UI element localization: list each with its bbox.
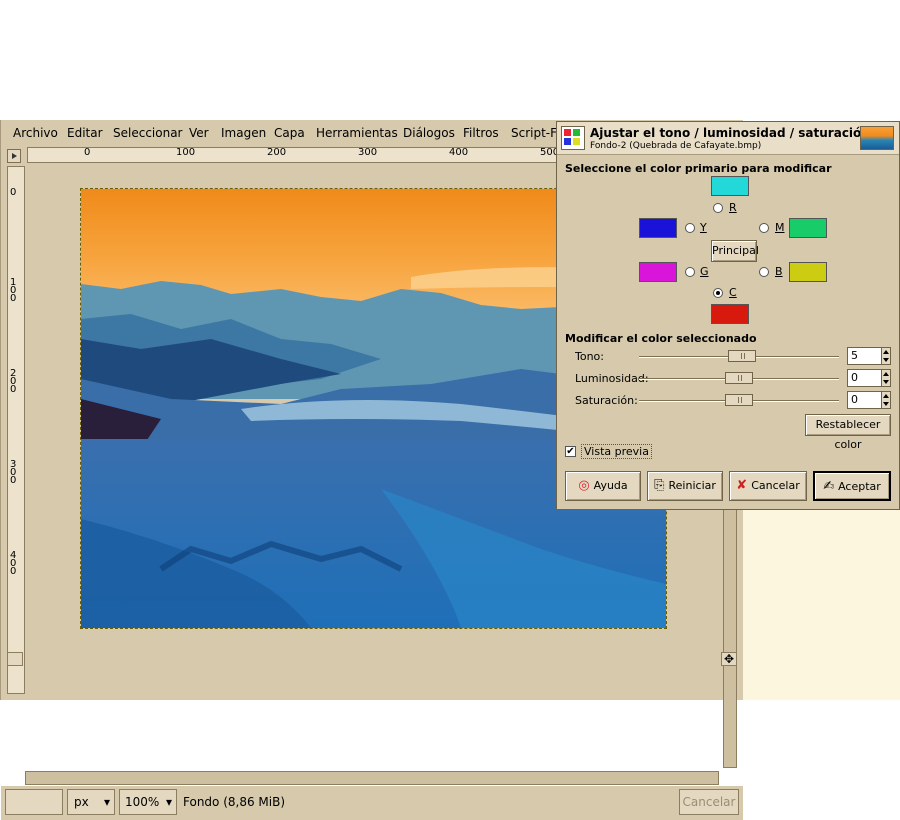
cancel-button[interactable]: Cancelar: [679, 789, 739, 815]
menu-filtros[interactable]: Filtros: [463, 126, 499, 140]
chevron-down-icon: ▾: [165, 795, 172, 809]
ruler-label: 100: [10, 277, 17, 304]
ruler-label: 200: [10, 368, 17, 395]
hue-slider-thumb[interactable]: [727, 350, 756, 362]
radio-r[interactable]: [713, 203, 723, 213]
swatch-b: [639, 218, 677, 238]
radio-y[interactable]: [685, 223, 695, 233]
swatch-c: [711, 176, 749, 196]
primary-color-heading: Seleccione el color primario para modifi…: [565, 162, 832, 175]
zoom-value: 100%: [125, 795, 160, 809]
menu-imagen[interactable]: Imagen: [221, 126, 266, 140]
preview-label[interactable]: Vista previa: [581, 444, 652, 459]
status-bar: px ▾ 100% ▾ Fondo (8,86 MiB) Cancelar: [1, 786, 743, 820]
ruler-label: 200: [267, 147, 287, 158]
ruler-label: 300: [10, 459, 17, 486]
menu-capa[interactable]: Capa: [274, 126, 305, 140]
menu-herramientas[interactable]: Herramientas: [316, 126, 398, 140]
menu-script-fu[interactable]: Script-F: [511, 126, 557, 140]
preview-checkbox[interactable]: ✔: [565, 446, 576, 457]
cancel-dialog-button-label: Cancelar: [751, 479, 800, 492]
navigate-icon[interactable]: ✥: [721, 652, 737, 666]
swatch-g: [789, 218, 827, 238]
radio-r-label: R: [729, 201, 737, 214]
radio-c-label: C: [729, 286, 737, 299]
reset-color-button[interactable]: Restablecer color: [805, 414, 891, 451]
hue-saturation-icon: [561, 126, 585, 150]
ruler-label: 400: [10, 550, 17, 577]
pointer-coordinates: [5, 789, 63, 815]
image-thumbnail: [860, 126, 894, 150]
vertical-ruler: 0 100 200 300 400: [7, 166, 25, 694]
radio-c[interactable]: [713, 288, 723, 298]
principal-button[interactable]: Principal: [711, 240, 759, 262]
chevron-down-icon: ▾: [103, 795, 110, 809]
ruler-label: 400: [449, 147, 469, 158]
radio-y-label: Y: [700, 221, 707, 234]
reset-button[interactable]: ⎘ Reiniciar: [647, 471, 723, 501]
lightness-spin-arrows[interactable]: [881, 369, 891, 387]
radio-g-label: G: [700, 265, 709, 278]
menu-dialogos[interactable]: Diálogos: [403, 126, 455, 140]
menu-arrow-button[interactable]: [7, 149, 21, 163]
cancel-x-icon: ✘: [736, 478, 748, 493]
ok-button-label: Aceptar: [838, 480, 881, 493]
dialog-title: Ajustar el tono / luminosidad / saturaci…: [590, 126, 870, 140]
swatch-m: [639, 262, 677, 282]
menu-archivo[interactable]: Archivo: [13, 126, 58, 140]
ok-button[interactable]: ✍ Aceptar: [813, 471, 891, 501]
help-button-label: Ayuda: [593, 479, 628, 492]
swatch-y: [789, 262, 827, 282]
modify-color-heading: Modificar el color seleccionado: [565, 332, 757, 345]
swatch-r: [711, 304, 749, 324]
radio-m-label: M: [775, 221, 785, 234]
desktop-background: [740, 508, 900, 700]
dialog-header: Ajustar el tono / luminosidad / saturaci…: [557, 122, 899, 155]
quick-mask-toggle[interactable]: [7, 652, 23, 666]
radio-b[interactable]: [759, 267, 769, 277]
menu-editar[interactable]: Editar: [67, 126, 103, 140]
reset-icon: ⎘: [654, 478, 665, 493]
handshake-icon: ✍: [823, 479, 835, 494]
saturation-spin-arrows[interactable]: [881, 391, 891, 409]
menu-seleccionar[interactable]: Seleccionar: [113, 126, 182, 140]
unit-select[interactable]: px ▾: [67, 789, 115, 815]
ruler-label: 0: [84, 147, 91, 158]
radio-g[interactable]: [685, 267, 695, 277]
lifebuoy-icon: ◎: [578, 478, 590, 493]
hue-saturation-dialog: Ajustar el tono / luminosidad / saturaci…: [556, 121, 900, 510]
zoom-select[interactable]: 100% ▾: [119, 789, 177, 815]
saturation-label: Saturación:: [575, 394, 638, 407]
ruler-label: 300: [358, 147, 378, 158]
lightness-slider-thumb[interactable]: [725, 372, 753, 384]
horizontal-scrollbar[interactable]: [25, 771, 719, 785]
help-button[interactable]: ◎ Ayuda: [565, 471, 641, 501]
ruler-label: 100: [176, 147, 196, 158]
radio-b-label: B: [775, 265, 783, 278]
layer-info: Fondo (8,86 MiB): [183, 795, 286, 809]
unit-value: px: [74, 795, 89, 809]
radio-m[interactable]: [759, 223, 769, 233]
hue-label: Tono:: [575, 350, 604, 363]
menu-ver[interactable]: Ver: [189, 126, 209, 140]
dialog-subtitle: Fondo-2 (Quebrada de Cafayate.bmp): [590, 141, 762, 151]
cancel-dialog-button[interactable]: ✘ Cancelar: [729, 471, 807, 501]
reset-button-label: Reiniciar: [668, 479, 716, 492]
saturation-slider-thumb[interactable]: [725, 394, 753, 406]
lightness-label: Luminosidad:: [575, 372, 649, 385]
ruler-label: 0: [10, 187, 17, 198]
hue-spin-arrows[interactable]: [881, 347, 891, 365]
